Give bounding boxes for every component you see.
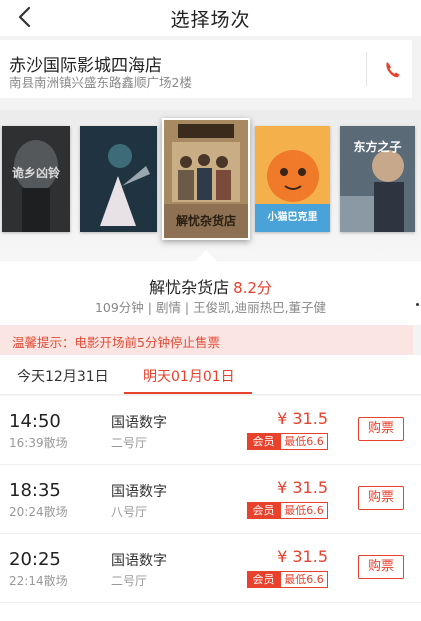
divider bbox=[366, 52, 367, 86]
page-title: 选择场次 bbox=[170, 9, 251, 31]
poster-movie-2[interactable] bbox=[80, 126, 157, 232]
poster-title: 解忧杂货店 bbox=[175, 214, 236, 228]
active-tab-underline bbox=[124, 392, 252, 394]
end-time: 20:24散场 bbox=[9, 505, 68, 519]
movie-score: 8.2分 bbox=[233, 279, 272, 297]
language-format: 国语数字 bbox=[111, 415, 167, 431]
movie-title: 解忧杂货店 bbox=[149, 278, 230, 297]
phone-icon bbox=[386, 62, 400, 78]
notice-text: 温馨提示：电影开场前5分钟停止售票 bbox=[12, 335, 220, 350]
showing-row[interactable]: 20:25 22:14散场 国语数字 二号厅 ¥ 31.5 会员 最低6.6 购… bbox=[0, 534, 421, 603]
showing-row[interactable]: 18:35 20:24散场 国语数字 八号厅 ¥ 31.5 会员 最低6.6 购… bbox=[0, 465, 421, 534]
start-time: 18:35 bbox=[9, 480, 61, 501]
lowest-price-badge: 最低6.6 bbox=[280, 571, 328, 588]
language-format: 国语数字 bbox=[111, 553, 167, 569]
start-time: 20:25 bbox=[9, 549, 61, 570]
price: ¥ 31.5 bbox=[277, 409, 328, 428]
hall-name: 八号厅 bbox=[111, 505, 148, 519]
member-badge: 会员 bbox=[247, 433, 280, 450]
poster-title: 小猫巴克里 bbox=[267, 212, 318, 223]
poster-title: 诡乡凶铃 bbox=[11, 166, 60, 180]
movie-title-line: 解忧杂货店 8.2分 bbox=[0, 274, 421, 298]
language-format: 国语数字 bbox=[111, 484, 167, 500]
lowest-price-badge: 最低6.6 bbox=[280, 433, 328, 450]
poster-movie-1[interactable]: 诡乡凶铃 bbox=[2, 126, 70, 232]
movie-info: 解忧杂货店 8.2分 109分钟 | 剧情 | 王俊凯,迪丽热巴,董子健 bbox=[0, 261, 421, 325]
tab-today[interactable]: 今天12月31日 bbox=[17, 366, 109, 386]
lowest-price-badge: 最低6.6 bbox=[280, 502, 328, 519]
showing-list: 14:50 16:39散场 国语数字 二号厅 ¥ 31.5 会员 最低6.6 购… bbox=[0, 396, 421, 621]
end-time: 22:14散场 bbox=[9, 574, 68, 588]
member-badge: 会员 bbox=[247, 571, 280, 588]
buy-ticket-button[interactable]: 购票 bbox=[358, 555, 404, 579]
sales-notice: 温馨提示：电影开场前5分钟停止售票 bbox=[0, 325, 413, 355]
call-button[interactable] bbox=[378, 56, 406, 82]
member-badge: 会员 bbox=[247, 502, 280, 519]
poster-art bbox=[80, 126, 157, 232]
cinema-info[interactable]: 赤沙国际影城四海店 南县南洲镇兴盛东路鑫顺广场2楼 bbox=[0, 40, 412, 98]
selected-indicator bbox=[195, 250, 217, 261]
end-time: 16:39散场 bbox=[9, 436, 68, 450]
buy-ticket-button[interactable]: 购票 bbox=[358, 417, 404, 441]
poster-title: 东方之子 bbox=[353, 140, 402, 154]
top-bar: 选择场次 bbox=[0, 0, 421, 36]
poster-movie-3-selected[interactable]: 解忧杂货店 bbox=[162, 118, 250, 240]
showing-row[interactable]: 14:50 16:39散场 国语数字 二号厅 ¥ 31.5 会员 最低6.6 购… bbox=[0, 396, 421, 465]
cinema-address: 南县南洲镇兴盛东路鑫顺广场2楼 bbox=[9, 75, 192, 90]
hall-name: 二号厅 bbox=[111, 574, 148, 588]
hall-name: 二号厅 bbox=[111, 436, 148, 450]
price: ¥ 31.5 bbox=[277, 547, 328, 566]
tab-tomorrow[interactable]: 明天01月01日 bbox=[143, 366, 235, 386]
price: ¥ 31.5 bbox=[277, 478, 328, 497]
movie-meta: 109分钟 | 剧情 | 王俊凯,迪丽热巴,董子健 bbox=[94, 300, 327, 315]
poster-movie-5[interactable]: 东方之子 bbox=[340, 126, 415, 232]
buy-ticket-button[interactable]: 购票 bbox=[358, 486, 404, 510]
start-time: 14:50 bbox=[9, 411, 61, 432]
date-tabs: 今天12月31日 明天01月01日 bbox=[0, 355, 421, 395]
scroll-dot bbox=[416, 303, 419, 306]
poster-movie-4[interactable]: 小猫巴克里 bbox=[255, 126, 330, 232]
